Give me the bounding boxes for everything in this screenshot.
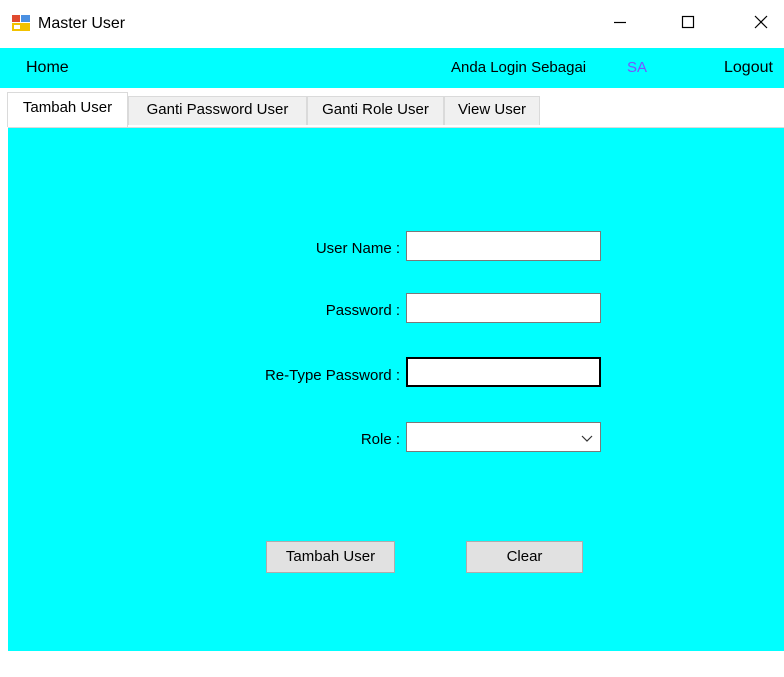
password-label: Password : xyxy=(325,302,400,319)
maximize-icon xyxy=(680,14,696,34)
logged-in-user: SA xyxy=(627,59,648,76)
role-dropdown[interactable] xyxy=(406,422,601,452)
menu-strip: Home Anda Login Sebagai SA Logout xyxy=(0,48,784,88)
tab-ganti-role-user[interactable]: Ganti Role User xyxy=(307,96,444,125)
retype-password-input[interactable] xyxy=(406,357,601,387)
username-input[interactable] xyxy=(406,231,601,261)
maximize-button[interactable] xyxy=(665,0,711,48)
retype-password-label: Re-Type Password : xyxy=(264,367,400,384)
tab-view-user[interactable]: View User xyxy=(444,96,540,125)
master-user-window: Master User Home Anda Login Sebagai SA L… xyxy=(0,0,784,677)
tab-page-tambah-user: User Name : Password : Re-Type Password … xyxy=(8,127,784,651)
tab-tambah-user[interactable]: Tambah User xyxy=(7,92,128,127)
login-as-label: Anda Login Sebagai xyxy=(451,59,587,76)
clear-button[interactable]: Clear xyxy=(466,541,583,573)
tambah-user-button[interactable]: Tambah User xyxy=(266,541,395,573)
username-label: User Name : xyxy=(315,240,400,257)
minimize-icon xyxy=(612,14,628,34)
close-button[interactable] xyxy=(738,0,784,48)
form-app-icon xyxy=(11,14,31,32)
password-input[interactable] xyxy=(406,293,601,323)
title-bar: Master User xyxy=(0,0,784,48)
role-label: Role : xyxy=(360,431,400,448)
close-icon xyxy=(753,14,769,34)
minimize-button[interactable] xyxy=(597,0,643,48)
menu-home[interactable]: Home xyxy=(26,57,69,79)
window-title: Master User xyxy=(38,15,126,32)
chevron-down-icon xyxy=(580,431,594,443)
tab-strip: Tambah User Ganti Password User Ganti Ro… xyxy=(0,88,784,127)
tab-ganti-password-user[interactable]: Ganti Password User xyxy=(128,96,307,125)
menu-logout[interactable]: Logout xyxy=(724,57,773,79)
